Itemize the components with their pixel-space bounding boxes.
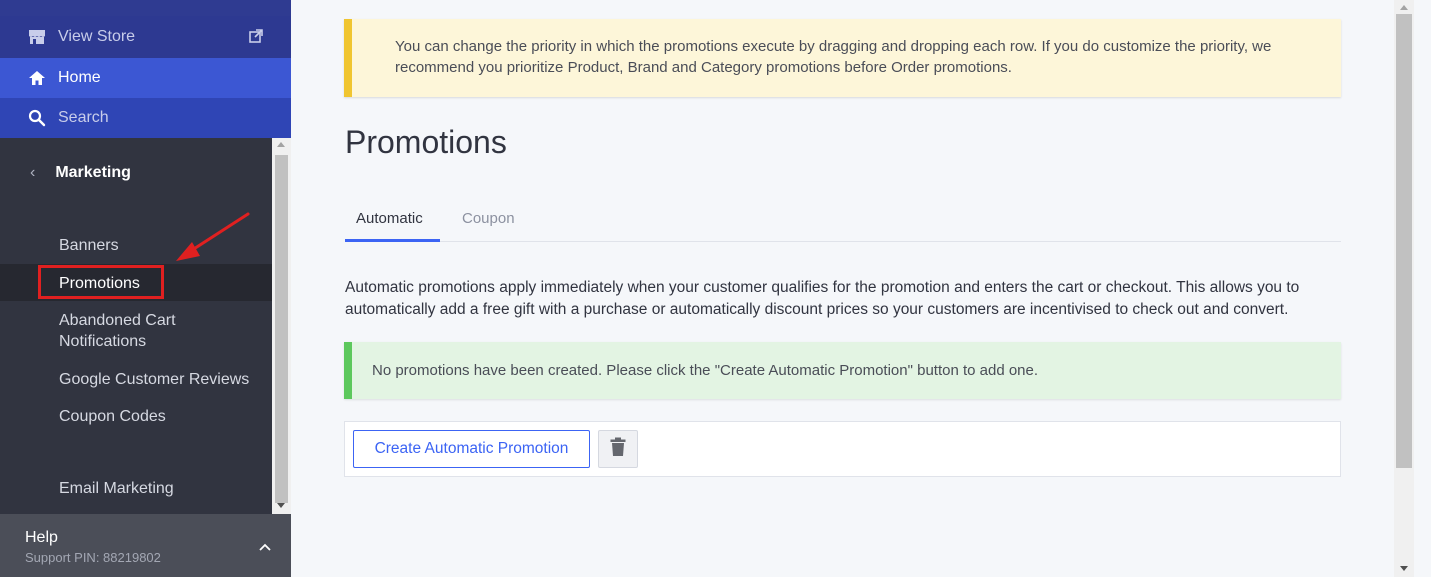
nav-search-label: Search: [58, 109, 109, 126]
sidebar: View Store Home Search ‹ Marketing Banne…: [0, 0, 291, 577]
automatic-description: Automatic promotions apply immediately w…: [345, 279, 1300, 318]
nav-home[interactable]: Home: [0, 58, 291, 98]
view-store-link[interactable]: View Store: [0, 16, 291, 58]
sidebar-scroll-thumb[interactable]: [275, 155, 288, 503]
external-link-icon: [249, 29, 265, 45]
annotation-highlight-box: [38, 265, 164, 299]
help-title: Help: [25, 529, 58, 546]
create-automatic-promotion-button[interactable]: Create Automatic Promotion: [353, 430, 590, 468]
sidebar-item-banners[interactable]: Banners: [59, 235, 119, 256]
empty-state-message: No promotions have been created. Please …: [344, 342, 1341, 399]
chevron-left-icon: ‹: [30, 164, 36, 181]
store-icon: [27, 27, 47, 47]
help-panel[interactable]: Help Support PIN: 88219802: [0, 514, 291, 577]
tab-automatic[interactable]: Automatic: [345, 203, 440, 242]
sidebar-item-coupon-codes[interactable]: Coupon Codes: [59, 406, 166, 427]
empty-state-text: No promotions have been created. Please …: [372, 362, 1039, 379]
marketing-title: Marketing: [55, 164, 131, 181]
support-pin: Support PIN: 88219802: [25, 550, 161, 565]
trash-icon: [610, 437, 626, 462]
page-scroll-thumb[interactable]: [1396, 14, 1412, 468]
page-scrollbar[interactable]: [1394, 0, 1431, 577]
chevron-up-icon[interactable]: [259, 538, 271, 554]
marketing-back-link[interactable]: ‹ Marketing: [30, 164, 131, 182]
home-icon: [27, 68, 47, 88]
scroll-up-arrow-icon[interactable]: [277, 142, 285, 147]
sidebar-item-email-marketing[interactable]: Email Marketing: [59, 478, 174, 499]
tab-coupon[interactable]: Coupon: [451, 203, 526, 242]
nav-home-label: Home: [58, 69, 101, 86]
search-icon: [27, 108, 47, 128]
delete-button[interactable]: [598, 430, 638, 468]
page-title: Promotions: [345, 124, 507, 160]
sidebar-item-abandoned-cart[interactable]: Abandoned Cart Notifications: [59, 310, 249, 352]
priority-notice-text: You can change the priority in which the…: [395, 38, 1272, 76]
annotation-arrow-icon: [176, 212, 250, 261]
main-content: You can change the priority in which the…: [291, 0, 1394, 577]
nav-search[interactable]: Search: [0, 98, 291, 138]
page-scroll-down-icon[interactable]: [1400, 566, 1408, 571]
page-scroll-up-icon[interactable]: [1400, 5, 1408, 10]
promotion-tabs: Automatic Coupon: [345, 203, 1341, 242]
sidebar-top-strip: [0, 0, 291, 16]
priority-notice: You can change the priority in which the…: [344, 19, 1341, 97]
sidebar-scrollbar[interactable]: [272, 138, 291, 514]
scroll-down-arrow-icon[interactable]: [277, 503, 285, 508]
actions-panel: Create Automatic Promotion: [344, 421, 1341, 477]
sidebar-item-google-reviews[interactable]: Google Customer Reviews: [59, 369, 249, 390]
view-store-label: View Store: [58, 28, 136, 45]
